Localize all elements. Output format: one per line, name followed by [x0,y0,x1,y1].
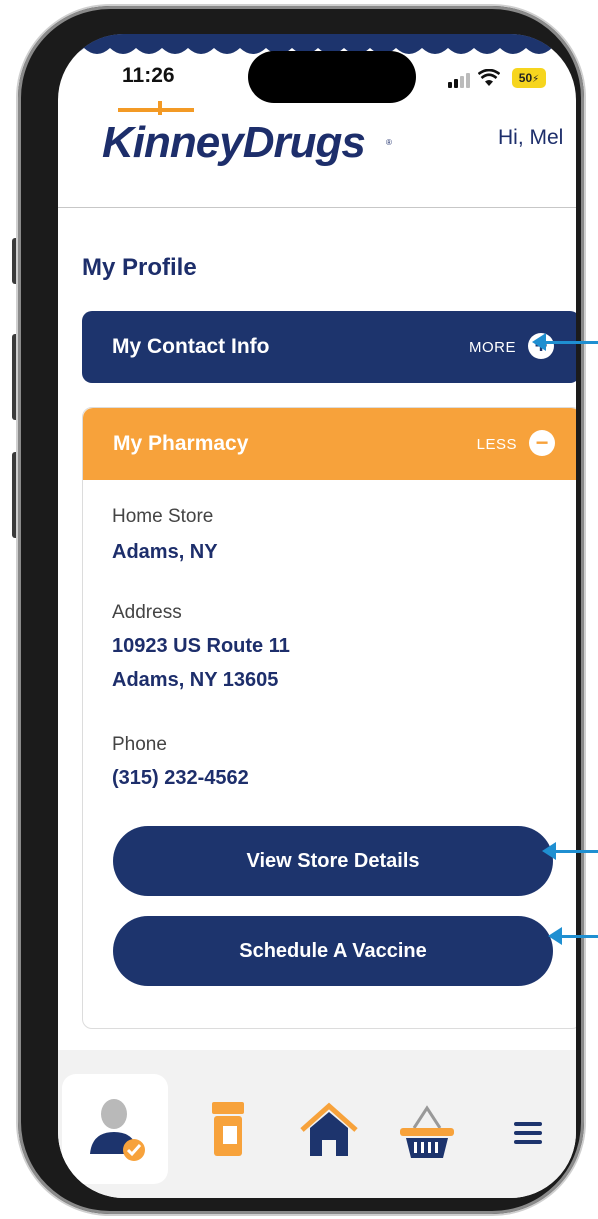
contact-info-more-label[interactable]: MORE [469,339,516,356]
contact-info-section[interactable]: My Contact Info MORE + [82,311,576,383]
phone-value[interactable]: (315) 232-4562 [112,762,249,794]
wifi-icon [478,69,500,86]
phone-label: Phone [112,734,167,755]
logo-trademark: ® [386,138,392,147]
battery-indicator: 50⚡ [512,68,546,88]
minus-icon[interactable]: − [529,430,555,456]
user-greeting: Hi, Mel [498,126,564,149]
header-divider [58,207,576,208]
pharmacy-header[interactable]: My Pharmacy LESS − [83,408,576,480]
annotation-arrow-store-details [542,842,598,860]
logo-mortar-bar [118,108,194,112]
view-store-details-button[interactable]: View Store Details [113,826,553,896]
nav-home[interactable] [294,1074,364,1184]
pharmacy-section: My Pharmacy LESS − Home Store Adams, NY … [82,407,576,1029]
nav-menu[interactable] [506,1074,556,1184]
annotation-arrow-contact [532,333,598,351]
dynamic-island [248,51,416,103]
menu-icon [514,1122,542,1144]
nav-basket[interactable] [392,1074,462,1184]
pharmacy-title: My Pharmacy [113,432,249,455]
home-store-label: Home Store [112,506,214,527]
address-label: Address [112,602,182,623]
annotation-arrow-vaccine [548,927,598,945]
page-title: My Profile [82,254,197,281]
cellular-signal-icon [448,72,470,88]
app-screen: 11:26 50⚡ KinneyDrugs ® Hi, Mel My Profi… [58,34,576,1198]
address-line-1: 10923 US Route 11 [112,635,290,657]
schedule-vaccine-button[interactable]: Schedule A Vaccine [113,916,553,986]
pharmacy-less-label[interactable]: LESS [477,436,517,453]
contact-info-title: My Contact Info [112,335,270,358]
prescription-bottle-icon [212,1102,244,1156]
status-time: 11:26 [122,64,175,87]
home-icon [300,1102,358,1156]
profile-icon [90,1099,145,1161]
logo-mortar-handle [158,101,162,115]
nav-prescriptions[interactable] [198,1074,258,1184]
bottom-nav [58,1050,576,1198]
address-line-2: Adams, NY 13605 [112,669,279,691]
kinney-drugs-logo[interactable]: KinneyDrugs [102,118,366,168]
phone-frame: 11:26 50⚡ KinneyDrugs ® Hi, Mel My Profi… [18,6,584,1214]
nav-profile[interactable] [62,1074,168,1184]
shopping-basket-icon [400,1105,454,1158]
home-store-value: Adams, NY [112,541,218,563]
